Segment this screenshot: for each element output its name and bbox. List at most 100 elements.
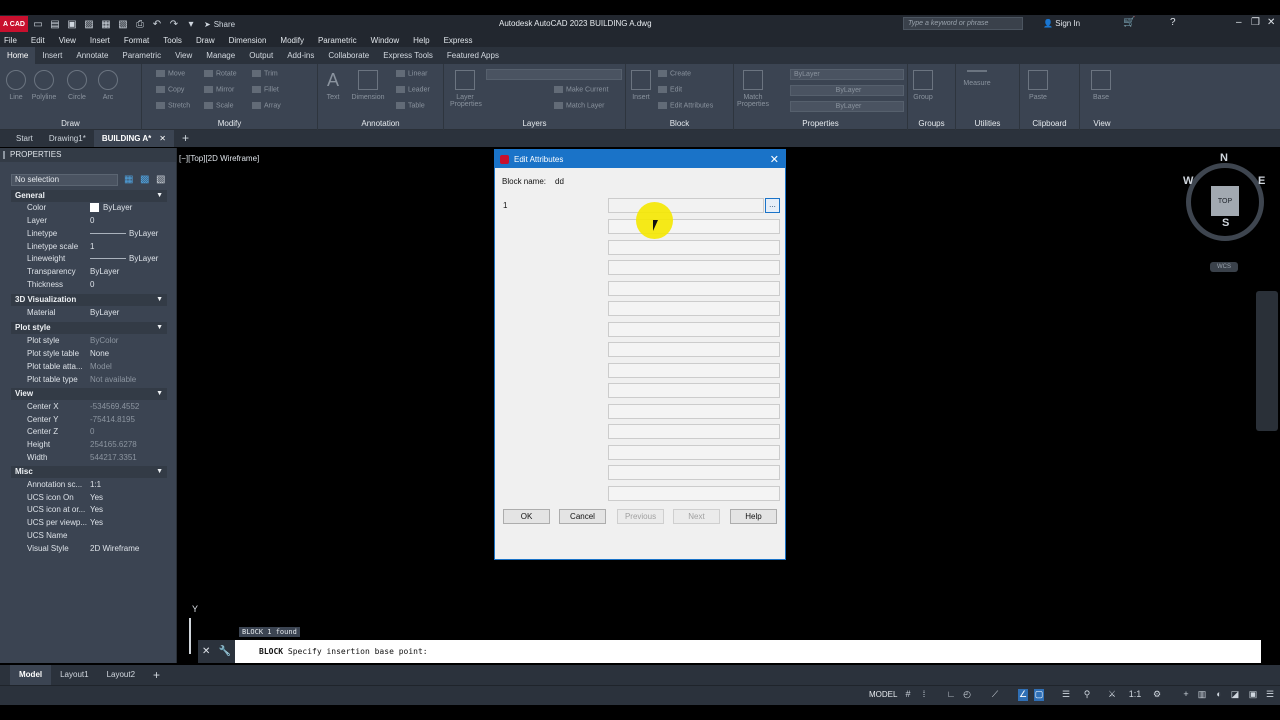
menu-parametric[interactable]: Parametric xyxy=(318,36,357,45)
menu-insert[interactable]: Insert xyxy=(90,36,110,45)
tab-manage[interactable]: Manage xyxy=(199,47,242,64)
text-button[interactable]: A Text xyxy=(320,70,346,101)
prop-row[interactable]: Annotation sc... 1:1 xyxy=(11,480,167,492)
rotate-button[interactable]: Rotate xyxy=(204,70,237,77)
section-general[interactable]: General ▼ xyxy=(11,190,167,202)
ucs-menu-button[interactable]: WCS xyxy=(1210,262,1238,272)
clipboard-panel-title[interactable]: Clipboard xyxy=(1020,119,1079,128)
prop-row[interactable]: UCS icon at or... Yes xyxy=(11,505,167,517)
workspace-gear-icon[interactable]: ⚙ xyxy=(1152,689,1162,701)
section-plot-style[interactable]: Plot style ▼ xyxy=(11,322,167,334)
tab-building-a[interactable]: BUILDING A* ✕ xyxy=(93,130,174,147)
tab-layout2[interactable]: Layout2 xyxy=(98,665,144,685)
lineweight-icon[interactable]: ☰ xyxy=(1061,689,1071,701)
navigation-bar[interactable] xyxy=(1256,291,1278,431)
dialog-title-bar[interactable]: Edit Attributes ✕ xyxy=(495,150,785,168)
select-objects-icon[interactable]: ▩ xyxy=(140,174,149,185)
tab-parametric[interactable]: Parametric xyxy=(115,47,168,64)
create-block-button[interactable]: Create xyxy=(658,70,691,77)
autocad-logo[interactable]: A CAD xyxy=(0,16,28,32)
prop-row[interactable]: UCS icon On Yes xyxy=(11,493,167,505)
annotation-panel-title[interactable]: Annotation xyxy=(318,119,443,128)
cancel-button[interactable]: Cancel xyxy=(559,509,606,524)
close-command-line-icon[interactable]: ✕ xyxy=(202,646,210,657)
prop-row[interactable]: Plot table atta... Model xyxy=(11,362,167,374)
prop-row[interactable]: Center X -534569.4552 xyxy=(11,402,167,414)
menu-format[interactable]: Format xyxy=(124,36,149,45)
prop-row[interactable]: Linetype scale 1 xyxy=(11,242,167,254)
prop-row[interactable]: Center Y -75414.8195 xyxy=(11,415,167,427)
fillet-button[interactable]: Fillet xyxy=(252,86,279,93)
insert-block-button[interactable]: Insert xyxy=(628,70,654,101)
new-tab-icon[interactable]: + xyxy=(174,130,197,147)
edit-block-button[interactable]: Edit xyxy=(658,86,682,93)
linear-button[interactable]: Linear xyxy=(396,70,427,77)
match-properties-button[interactable]: Match Properties xyxy=(736,70,770,108)
menu-window[interactable]: Window xyxy=(371,36,399,45)
menu-edit[interactable]: Edit xyxy=(31,36,45,45)
menu-file[interactable]: File xyxy=(4,36,17,45)
annotation-scale[interactable]: 1:1 xyxy=(1127,689,1143,701)
open-file-icon[interactable]: ▤ xyxy=(48,18,62,30)
prop-row[interactable]: Center Z 0 xyxy=(11,427,167,439)
section-view[interactable]: View ▼ xyxy=(11,388,167,400)
menu-modify[interactable]: Modify xyxy=(280,36,304,45)
ok-button[interactable]: OK xyxy=(503,509,550,524)
menu-dimension[interactable]: Dimension xyxy=(229,36,267,45)
viewport-controls[interactable]: [−][Top][2D Wireframe] xyxy=(179,154,259,163)
measure-button[interactable]: Measure xyxy=(962,70,992,87)
table-button[interactable]: Table xyxy=(396,102,425,109)
prop-row[interactable]: Plot table type Not available xyxy=(11,375,167,387)
tab-featured-apps[interactable]: Featured Apps xyxy=(440,47,506,64)
layer-dropdown[interactable] xyxy=(486,69,622,80)
modify-panel-title[interactable]: Modify xyxy=(142,119,317,128)
group-button[interactable]: Group xyxy=(910,70,936,101)
units-icon[interactable]: ▥ xyxy=(1197,689,1207,701)
isolate-objects-icon[interactable]: ◐ xyxy=(1214,689,1224,701)
prop-row[interactable]: Color ByLayer xyxy=(11,203,167,215)
tab-model[interactable]: Model xyxy=(10,665,52,685)
quick-select-icon[interactable]: ▧ xyxy=(156,174,165,185)
stretch-button[interactable]: Stretch xyxy=(156,102,190,109)
edit-attributes-button[interactable]: Edit Attributes xyxy=(658,102,713,109)
prop-row[interactable]: Linetype ByLayer xyxy=(11,229,167,241)
browse-button[interactable]: ... xyxy=(765,198,780,213)
mirror-button[interactable]: Mirror xyxy=(204,86,234,93)
array-button[interactable]: Array xyxy=(252,102,281,109)
lineweight-dropdown[interactable]: ByLayer xyxy=(790,101,904,112)
groups-panel-title[interactable]: Groups xyxy=(908,119,955,128)
command-line[interactable]: BLOCK Specify insertion base point: xyxy=(235,640,1261,663)
save-web-icon[interactable]: ▧ xyxy=(116,18,130,30)
prop-row[interactable]: Plot style table None xyxy=(11,349,167,361)
object-snap-icon[interactable]: ∠ xyxy=(1018,689,1028,701)
close-icon[interactable]: ✕ xyxy=(1267,17,1275,28)
color-dropdown[interactable]: ByLayer xyxy=(790,69,904,80)
new-file-icon[interactable]: ▭ xyxy=(31,18,45,30)
section-misc[interactable]: Misc ▼ xyxy=(11,466,167,478)
copy-button[interactable]: Copy xyxy=(156,86,184,93)
minimize-icon[interactable]: – xyxy=(1236,17,1242,28)
menu-express[interactable]: Express xyxy=(444,36,473,45)
toggle-pickadd-icon[interactable]: ▦ xyxy=(124,174,133,185)
compass-west[interactable]: W xyxy=(1183,175,1193,187)
annotation-monitor-icon[interactable]: + xyxy=(1181,689,1191,701)
menu-draw[interactable]: Draw xyxy=(196,36,215,45)
save-icon[interactable]: ▣ xyxy=(65,18,79,30)
make-current-button[interactable]: Make Current xyxy=(554,86,608,93)
prop-row[interactable]: UCS per viewp... Yes xyxy=(11,518,167,530)
restore-icon[interactable]: ❐ xyxy=(1251,17,1260,28)
tab-express-tools[interactable]: Express Tools xyxy=(376,47,440,64)
grid-icon[interactable]: # xyxy=(903,689,913,701)
match-layer-button[interactable]: Match Layer xyxy=(554,102,605,109)
close-tab-icon[interactable]: ✕ xyxy=(159,134,166,143)
undo-icon[interactable]: ↶ xyxy=(150,18,164,30)
add-layout-icon[interactable]: + xyxy=(144,665,169,685)
layers-panel-title[interactable]: Layers xyxy=(444,119,625,128)
prop-row[interactable]: Visual Style 2D Wireframe xyxy=(11,544,167,556)
compass-east[interactable]: E xyxy=(1258,175,1265,187)
tab-layout1[interactable]: Layout1 xyxy=(51,665,97,685)
tab-start[interactable]: Start xyxy=(8,130,41,147)
customize-icon[interactable]: 🔧 xyxy=(219,646,231,657)
utilities-panel-title[interactable]: Utilities xyxy=(956,119,1019,128)
model-space-toggle[interactable]: MODEL xyxy=(869,690,897,699)
